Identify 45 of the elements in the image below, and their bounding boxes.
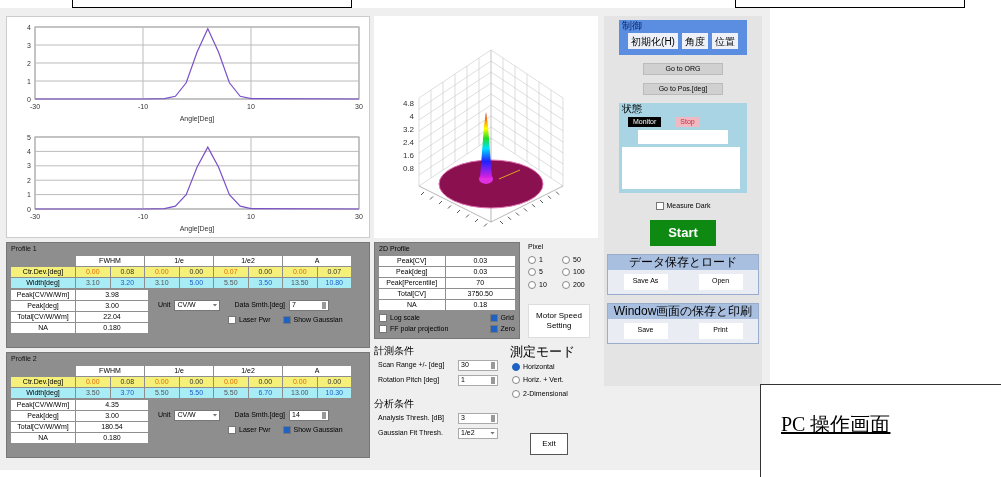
tick-label: 4.8 [402,99,414,108]
group-title: 分析条件 [374,397,415,409]
radio-button[interactable] [562,255,570,264]
checkbox[interactable] [489,313,498,322]
group-title: 状態 [622,103,643,114]
group-title: 測定モード [510,344,576,359]
caption-text: PC 操作画面 [781,413,891,435]
exit-button[interactable]: Exit [530,433,568,455]
tick-label: 4 [409,112,414,121]
spinner-arrows-icon [322,411,327,419]
radio-button[interactable] [512,376,520,385]
motor-speed-button[interactable]: Motor Speed Setting [528,304,590,338]
radio-button[interactable] [562,280,570,289]
checkbox[interactable] [228,425,236,434]
radio-button[interactable] [562,268,570,277]
caret-icon [212,303,218,307]
spinner-arrows-icon [322,301,327,309]
caret-icon [212,413,218,417]
tick-label: 3.2 [402,125,414,134]
tick-label: 0.8 [402,164,414,173]
radio-button[interactable] [512,389,520,398]
group-title: Window画面の保存と印刷 [608,303,758,319]
checkbox[interactable] [379,313,387,322]
tick-label: 2.4 [402,138,414,147]
checkbox[interactable] [282,425,291,434]
text-field[interactable] [638,130,728,144]
spinner-arrows-icon [491,414,495,422]
checkbox[interactable] [282,315,291,324]
group-title: 計測条件 [374,344,415,356]
radio-button[interactable] [528,280,536,289]
control-button[interactable]: 位置 [711,33,738,49]
tick-label: 1.6 [402,151,414,160]
checkbox[interactable] [489,325,498,334]
group-title: データ保存とロード [608,254,758,270]
checkbox[interactable] [379,325,387,334]
checkbox[interactable] [655,202,664,211]
radio-button[interactable] [528,255,536,264]
control-button[interactable]: 初期化(H) [628,33,678,49]
checkbox[interactable] [228,315,236,324]
start-button[interactable]: Start [650,219,716,246]
caret-icon [490,431,495,435]
radio-button[interactable] [512,362,520,371]
control-button[interactable]: 角度 [681,33,708,49]
radio-button[interactable] [528,268,536,277]
group-title: 制御 [622,20,643,31]
